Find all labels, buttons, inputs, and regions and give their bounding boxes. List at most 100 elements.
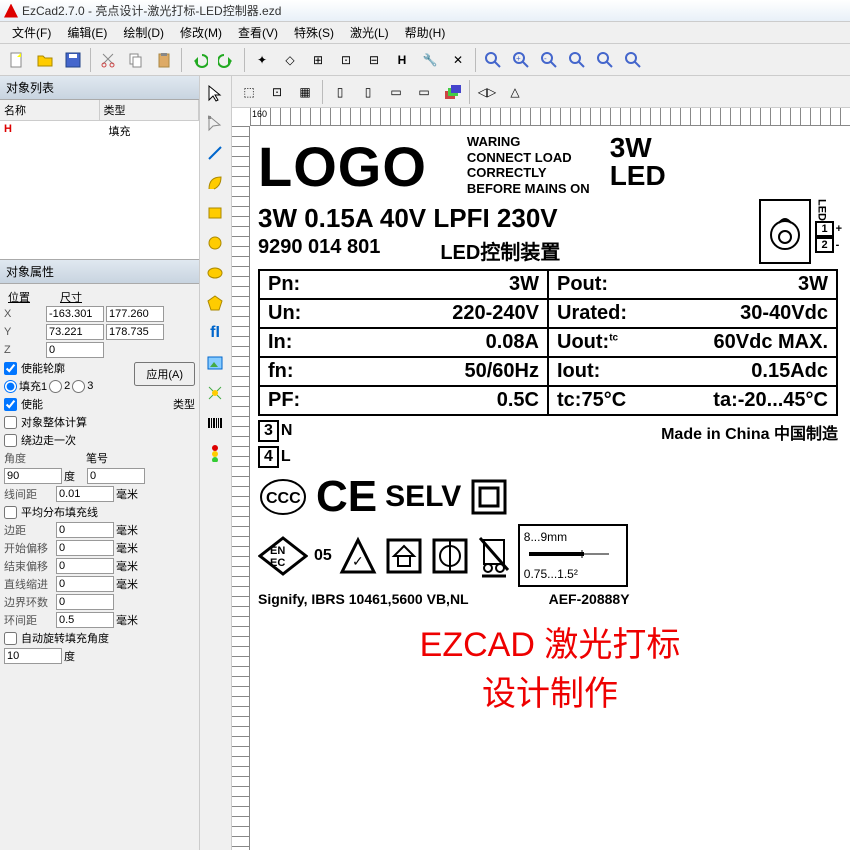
mirror-h-icon[interactable]: ◁▷ [474,79,500,105]
zoom-fit-icon[interactable] [564,47,590,73]
svg-text:+: + [516,54,521,63]
whole-calc-check[interactable] [4,416,17,429]
spec-table: Pn:3WPout:3WUn:220-240VUrated:30-40VdcIn… [258,269,838,416]
fill2-radio[interactable] [49,380,62,393]
barcode-icon[interactable] [202,410,228,436]
tool-icon[interactable]: ✦ [249,47,275,73]
design-canvas[interactable]: LOGO WARINGCONNECT LOADCORRECTLYBEFORE M… [250,126,850,850]
line-icon[interactable] [202,140,228,166]
loops-field[interactable] [56,594,114,610]
list-item[interactable]: H 填充 [0,121,199,141]
y-field[interactable] [46,324,104,340]
svg-text:EC: EC [270,557,285,569]
vector-icon[interactable] [202,380,228,406]
angle-field[interactable] [4,468,62,484]
menu-edit[interactable]: 编辑(E) [61,22,113,43]
menu-laser[interactable]: 激光(L) [344,22,395,43]
ellipse-icon[interactable] [202,260,228,286]
overlay-text: EZCAD 激光打标设计制作 [258,617,842,715]
avg-hatch-check[interactable] [4,506,17,519]
select-icon[interactable]: ⊡ [264,79,290,105]
fill1-radio[interactable] [4,380,17,393]
pointer-icon[interactable] [202,80,228,106]
enable-check[interactable] [4,398,17,411]
new-icon[interactable] [4,47,30,73]
draw-toolbar: fI [200,76,232,850]
col-type: 类型 [100,100,200,120]
titlebar: EzCad2.7.0 - 亮点设计-激光打标-LED控制器.ezd [0,0,850,22]
startoff-field[interactable] [56,540,114,556]
image-icon[interactable] [202,350,228,376]
align-icon[interactable]: ▯ [355,79,381,105]
menu-modify[interactable]: 修改(M) [174,22,228,43]
menu-draw[interactable]: 绘制(D) [117,22,170,43]
text-icon[interactable]: fI [202,320,228,346]
select-icon[interactable]: ⬚ [236,79,262,105]
zoom-all-icon[interactable] [592,47,618,73]
app-icon [4,4,18,18]
zoom-in-icon[interactable]: + [508,47,534,73]
copy-icon[interactable] [123,47,149,73]
align-icon[interactable]: ▯ [327,79,353,105]
margin-field[interactable] [56,522,114,538]
left-panel: 对象列表 名称 类型 H 填充 对象属性 位置尺寸 X Y Z 应用(A) 使能… [0,76,200,850]
align-icon[interactable]: ▭ [383,79,409,105]
circle-icon[interactable] [202,230,228,256]
footer-text: Signify, IBRS 10461,5600 VB,NLAEF-20888Y [258,591,842,607]
part-number: 9290 014 801LED控制装置 [258,236,751,265]
save-icon[interactable] [60,47,86,73]
objprops-title: 对象属性 [0,260,199,284]
cut-icon[interactable] [95,47,121,73]
open-icon[interactable] [32,47,58,73]
autoangle-field[interactable] [4,648,62,664]
align-icon[interactable]: ▭ [411,79,437,105]
tool-icon[interactable]: ◇ [277,47,303,73]
fill3-radio[interactable] [72,380,85,393]
hatch-item-icon: H [4,123,18,139]
select-icon[interactable]: ▦ [292,79,318,105]
tool-icon[interactable]: ⊡ [333,47,359,73]
tool-icon[interactable]: ⊞ [305,47,331,73]
hatch-icon[interactable]: H [389,47,415,73]
node-icon[interactable] [202,110,228,136]
tool-icon[interactable]: ✕ [445,47,471,73]
rect-icon[interactable] [202,200,228,226]
menu-special[interactable]: 特殊(S) [288,22,340,43]
object-list[interactable]: 名称 类型 H 填充 [0,100,199,260]
tool-icon[interactable]: ⊟ [361,47,387,73]
zoom-sel-icon[interactable] [620,47,646,73]
wrench-icon[interactable]: 🔧 [417,47,443,73]
mirror-v-icon[interactable]: △ [502,79,528,105]
ringgap-field[interactable] [56,612,114,628]
linegap-field[interactable] [56,486,114,502]
paste-icon[interactable] [151,47,177,73]
auto-rotate-check[interactable] [4,632,17,645]
menu-file[interactable]: 文件(F) [6,22,57,43]
z-field[interactable] [46,342,104,358]
curve-icon[interactable] [202,170,228,196]
logo-text: LOGO [258,134,427,199]
zoom-out-icon[interactable]: - [536,47,562,73]
edge-once-check[interactable] [4,434,17,447]
redo-icon[interactable] [214,47,240,73]
enable-outline-check[interactable] [4,362,17,375]
polygon-icon[interactable] [202,290,228,316]
svg-text:CCC: CCC [266,490,301,507]
canvas-toolbar: ⬚ ⊡ ▦ ▯ ▯ ▭ ▭ ◁▷ △ [232,76,850,108]
menu-view[interactable]: 查看(V) [232,22,284,43]
menu-help[interactable]: 帮助(H) [399,22,452,43]
pen-field[interactable] [87,468,145,484]
x-field[interactable] [46,306,104,322]
h-field[interactable] [106,324,164,340]
layers-icon[interactable] [439,79,465,105]
svg-text:EN: EN [270,545,285,557]
endoff-field[interactable] [56,558,114,574]
w-field[interactable] [106,306,164,322]
traffic-icon[interactable] [202,440,228,466]
zoom-icon[interactable] [480,47,506,73]
undo-icon[interactable] [186,47,212,73]
linered-field[interactable] [56,576,114,592]
apply-button[interactable]: 应用(A) [134,362,195,386]
selv-label: SELV [385,480,461,514]
spec-line: 3W 0.15A 40V LPFI 230V [258,203,751,234]
